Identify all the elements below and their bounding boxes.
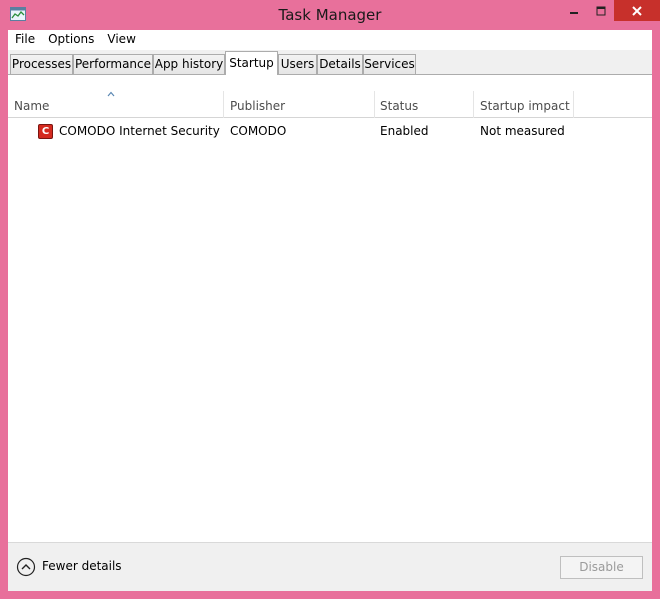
tab-users[interactable]: Users bbox=[278, 54, 317, 75]
menu-view[interactable]: View bbox=[100, 30, 141, 50]
task-manager-window: Task Manager File Options View Processes… bbox=[0, 0, 660, 599]
client-area: File Options View Processes Performance … bbox=[8, 30, 652, 591]
minimize-icon bbox=[569, 11, 578, 14]
tab-services[interactable]: Services bbox=[363, 54, 416, 75]
minimize-button[interactable] bbox=[560, 0, 587, 21]
row-name: COMODO Internet Security bbox=[59, 124, 220, 138]
disable-button[interactable]: Disable bbox=[560, 556, 643, 579]
row-publisher: COMODO bbox=[230, 124, 287, 138]
chevron-up-circle-icon[interactable] bbox=[16, 557, 36, 577]
startup-list: Name Publisher Status Startup impact C C… bbox=[8, 74, 652, 542]
maximize-button[interactable] bbox=[587, 0, 614, 21]
menu-bar: File Options View bbox=[8, 30, 652, 50]
tab-strip: Processes Performance App history Startu… bbox=[8, 50, 652, 75]
column-header: Name Publisher Status Startup impact bbox=[8, 75, 652, 118]
tab-processes[interactable]: Processes bbox=[10, 54, 73, 75]
footer-bar: Fewer details Disable bbox=[8, 542, 652, 591]
tab-details[interactable]: Details bbox=[317, 54, 363, 75]
table-row[interactable]: C COMODO Internet Security COMODO Enable… bbox=[8, 119, 652, 143]
column-startup-impact[interactable]: Startup impact bbox=[474, 75, 574, 118]
menu-options[interactable]: Options bbox=[41, 30, 100, 50]
tab-startup[interactable]: Startup bbox=[225, 51, 278, 75]
fewer-details-link[interactable]: Fewer details bbox=[42, 559, 122, 573]
column-publisher[interactable]: Publisher bbox=[224, 75, 374, 118]
column-name[interactable]: Name bbox=[8, 75, 223, 118]
row-status: Enabled bbox=[380, 124, 429, 138]
maximize-icon bbox=[596, 6, 605, 15]
tab-performance[interactable]: Performance bbox=[73, 54, 153, 75]
comodo-icon: C bbox=[38, 124, 53, 139]
row-startup-impact: Not measured bbox=[480, 124, 565, 138]
menu-file[interactable]: File bbox=[8, 30, 41, 50]
column-status[interactable]: Status bbox=[374, 75, 474, 118]
column-divider[interactable] bbox=[573, 91, 574, 118]
close-button[interactable] bbox=[614, 0, 660, 21]
tab-app-history[interactable]: App history bbox=[153, 54, 225, 75]
title-bar[interactable]: Task Manager bbox=[0, 0, 660, 30]
close-icon bbox=[632, 5, 642, 16]
